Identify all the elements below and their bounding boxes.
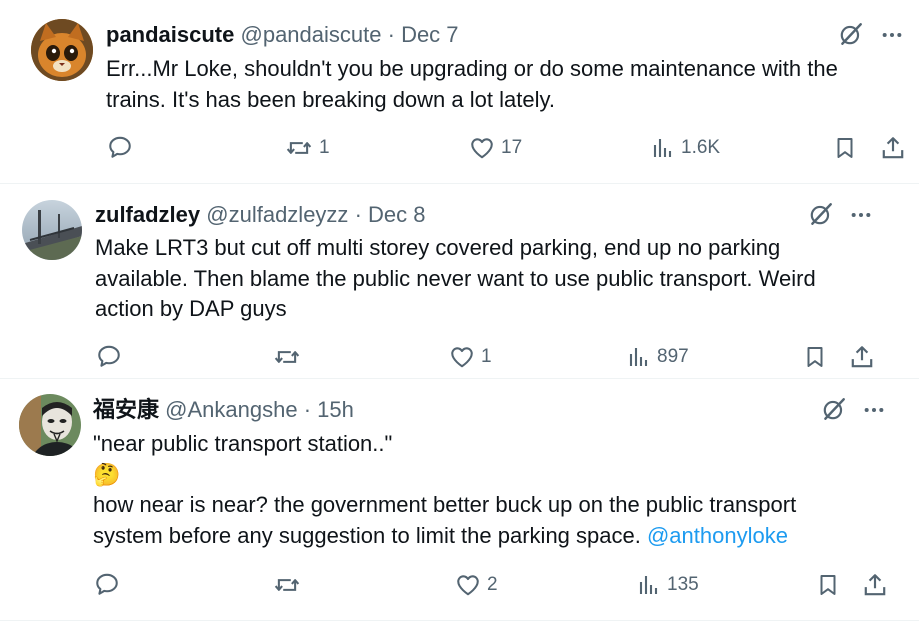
user-handle[interactable]: @Ankangshe <box>165 397 297 422</box>
separator-dot: · <box>387 22 395 47</box>
more-icon[interactable] <box>850 204 872 226</box>
reply-icon <box>94 571 120 597</box>
retweet-button[interactable] <box>273 572 301 598</box>
share-button[interactable] <box>880 135 906 161</box>
view-count: 135 <box>667 574 699 595</box>
mention-link[interactable]: @anthonyloke <box>647 523 788 548</box>
more-icon[interactable] <box>863 399 885 421</box>
tweet-text: "near public transport station.." 🤔 how … <box>93 429 796 551</box>
tweet-text-line: action by DAP guys <box>95 296 287 321</box>
view-count: 1.6K <box>681 137 721 158</box>
bookmark-icon <box>816 572 840 598</box>
reply-button[interactable] <box>94 571 120 597</box>
retweet-icon <box>273 572 301 598</box>
like-count: 1 <box>481 346 492 367</box>
bookmark-button[interactable] <box>803 344 827 370</box>
bookmark-button[interactable] <box>816 572 840 598</box>
like-button[interactable]: 1 <box>449 344 492 370</box>
tweet-text-line: Err...Mr Loke, shouldn't you be upgradin… <box>106 56 838 81</box>
like-count: 17 <box>501 137 523 158</box>
display-name[interactable]: 福安康 <box>93 397 159 422</box>
tweet-text-line: "near public transport station.." <box>93 431 393 456</box>
user-handle[interactable]: @zulfadzleyzz <box>206 202 348 227</box>
retweet-icon <box>273 344 301 370</box>
tweet-header: zulfadzley @zulfadzleyzz · Dec 8 <box>95 201 426 229</box>
tweet-header: 福安康 @Ankangshe · 15h <box>93 396 354 424</box>
tweet-separator <box>0 378 919 379</box>
tweet-text-fragment: system before any suggestion to limit th… <box>93 522 641 548</box>
tweet-header: pandaiscute @pandaiscute · Dec 7 <box>106 21 459 49</box>
display-name[interactable]: pandaiscute <box>106 22 234 47</box>
views-button[interactable]: 1.6K <box>651 136 720 160</box>
timestamp[interactable]: Dec 8 <box>368 202 425 227</box>
grok-icon[interactable] <box>808 201 834 227</box>
reply-button[interactable] <box>107 134 133 160</box>
share-icon <box>880 135 906 161</box>
like-icon <box>455 572 481 598</box>
tweet-text: Err...Mr Loke, shouldn't you be upgradin… <box>106 54 838 115</box>
bookmark-icon <box>833 135 857 161</box>
emoji: 🤔 <box>93 461 121 487</box>
grok-icon[interactable] <box>838 21 864 47</box>
like-button[interactable]: 2 <box>455 572 498 598</box>
more-icon[interactable] <box>881 24 903 46</box>
tweet-text-line: how near is near? the government better … <box>93 492 797 517</box>
tweet-text-line: system before any suggestion to limit th… <box>93 521 796 552</box>
share-button[interactable] <box>862 572 888 598</box>
timestamp[interactable]: Dec 7 <box>401 22 458 47</box>
avatar[interactable] <box>22 200 82 260</box>
like-icon <box>469 135 495 161</box>
bookmark-button[interactable] <box>833 135 857 161</box>
views-icon <box>637 573 661 597</box>
avatar[interactable] <box>19 394 81 456</box>
tweet-text-line: available. Then blame the public never w… <box>95 265 816 291</box>
tweet-separator <box>0 620 919 621</box>
views-icon <box>627 345 651 369</box>
separator-dot: · <box>303 397 312 422</box>
tweet-text: Make LRT3 but cut off multi storey cover… <box>95 233 816 325</box>
share-button[interactable] <box>849 344 875 370</box>
retweet-button[interactable] <box>273 344 301 370</box>
bookmark-icon <box>803 344 827 370</box>
like-count: 2 <box>487 574 498 595</box>
views-button[interactable]: 897 <box>627 345 689 369</box>
retweet-button[interactable]: 1 <box>285 135 330 161</box>
timestamp[interactable]: 15h <box>317 397 354 422</box>
tweet-text-line: Make LRT3 but cut off multi storey cover… <box>95 235 781 260</box>
avatar[interactable] <box>31 19 93 81</box>
separator-dot: · <box>354 202 362 227</box>
retweet-count: 1 <box>319 137 330 158</box>
display-name[interactable]: zulfadzley <box>95 202 200 227</box>
tweet-text-line: trains. It's has been breaking down a lo… <box>106 86 555 112</box>
share-icon <box>862 572 888 598</box>
user-handle[interactable]: @pandaiscute <box>241 22 382 47</box>
share-icon <box>849 344 875 370</box>
like-icon <box>449 344 475 370</box>
views-icon <box>651 136 675 160</box>
retweet-icon <box>285 135 313 161</box>
reply-icon <box>107 134 133 160</box>
tweet-separator <box>0 183 919 184</box>
reply-icon <box>96 343 122 369</box>
view-count: 897 <box>657 346 689 367</box>
grok-icon[interactable] <box>821 396 847 422</box>
views-button[interactable]: 135 <box>637 573 699 597</box>
like-button[interactable]: 17 <box>469 135 522 161</box>
reply-button[interactable] <box>96 343 122 369</box>
